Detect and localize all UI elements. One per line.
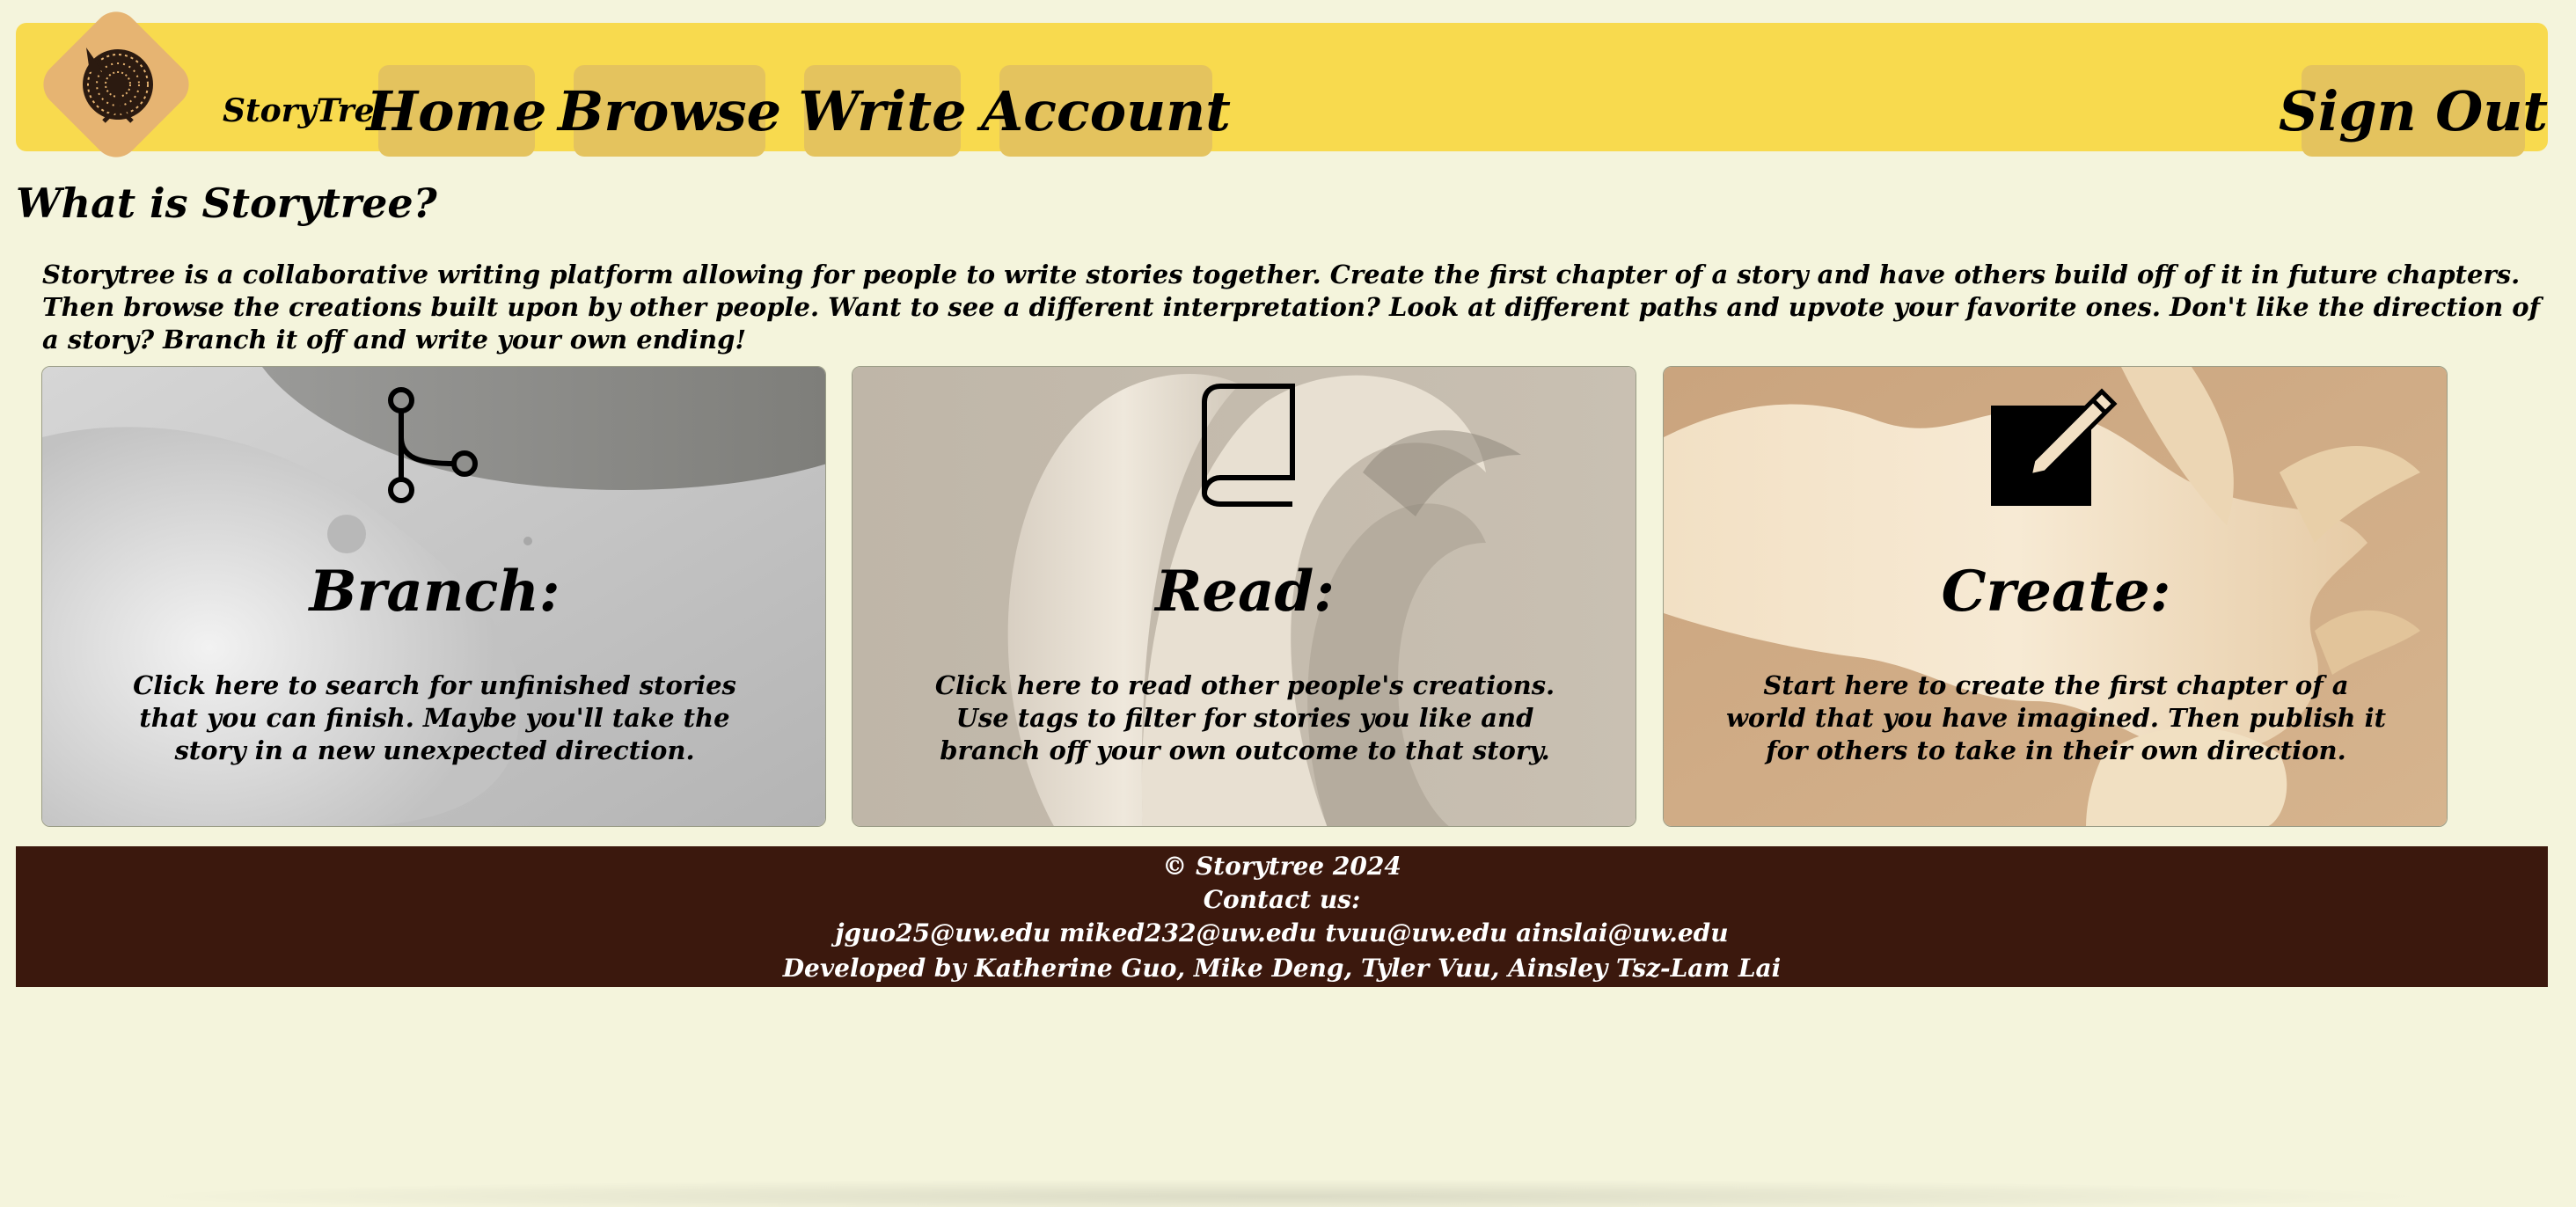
create-card[interactable]: Create: Start here to create the first c… [1663, 366, 2448, 827]
page-title: What is Storytree? [16, 179, 437, 227]
create-card-title: Create: [1941, 559, 2171, 625]
sign-out-button[interactable]: Sign Out [2279, 65, 2548, 157]
tree-logo-icon [83, 48, 153, 123]
footer-developers: Developed by Katherine Guo, Mike Deng, T… [782, 954, 1782, 983]
read-card-text: Click here to read other people's creati… [934, 670, 1555, 765]
footer: © Storytree 2024 Contact us: jguo25@uw.e… [16, 846, 2548, 987]
branch-card[interactable]: Branch: Click here to search for unfinis… [41, 366, 826, 827]
branch-card-text: Click here to search for unfinished stor… [133, 670, 736, 765]
page-bottom-shadow [123, 1179, 2446, 1207]
read-card-title: Read: [1155, 559, 1335, 625]
nav-browse-button[interactable]: Browse [558, 65, 781, 157]
nav-home-button[interactable]: Home [367, 65, 547, 157]
create-card-text: Start here to create the first chapter o… [1725, 670, 2387, 765]
read-card[interactable]: Read: Click here to read other people's … [852, 366, 1636, 827]
footer-contact-label: Contact us: [1203, 885, 1361, 914]
footer-emails[interactable]: jguo25@uw.edu miked232@uw.edu tvuu@uw.ed… [16, 918, 2548, 947]
nav-write-button[interactable]: Write [798, 65, 967, 157]
footer-copyright: © Storytree 2024 [1162, 852, 1401, 881]
nav-account-button[interactable]: Account [981, 65, 1231, 157]
navbar: StoryTree Home Browse Write Account Sign… [16, 2, 2548, 167]
intro-paragraph: Storytree is a collaborative writing pla… [42, 260, 2541, 355]
logo[interactable] [33, 2, 199, 167]
branch-card-title: Branch: [309, 559, 560, 625]
